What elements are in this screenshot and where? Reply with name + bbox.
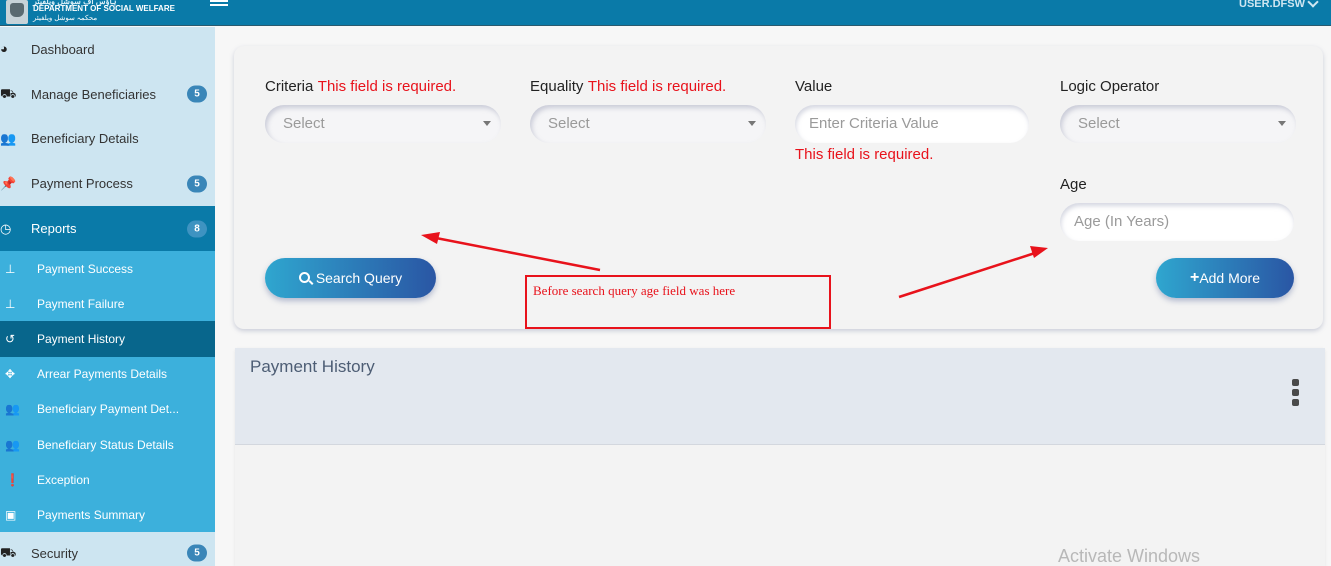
tachometer-icon: ◕	[0, 41, 8, 57]
sidebar-subitem-arrear-payments-details[interactable]: ✥ Arrear Payments Details	[0, 357, 215, 392]
count-badge: 5	[187, 544, 207, 562]
value-error: This field is required.	[795, 146, 934, 163]
sidebar-item-label: Payment Failure	[37, 296, 125, 311]
equality-error: This field is required.	[587, 78, 727, 95]
payment-history-title: Payment History	[250, 357, 375, 376]
sidebar-item-dashboard[interactable]: ◕ Dashboard	[0, 27, 215, 72]
sidebar-item-payment-process[interactable]: 📌 Payment Process 5	[0, 161, 215, 206]
count-badge: 8	[187, 220, 207, 238]
sidebar-subitem-beneficiary-status-details[interactable]: 👥 Beneficiary Status Details	[0, 427, 215, 462]
truck-icon: ⛟	[0, 545, 17, 561]
criteria-label: Criteria	[265, 78, 314, 95]
sidebar-item-label: Security	[31, 545, 78, 561]
payment-history-header: Payment History	[235, 348, 1325, 445]
clock-icon: ◷	[0, 220, 12, 236]
username: USER.DFSW	[1239, 0, 1305, 10]
caret-down-icon	[748, 121, 756, 126]
age-input-placeholder: Age (In Years)	[1074, 213, 1170, 230]
sidebar-subitem-payment-failure[interactable]: ⊥ Payment Failure	[0, 286, 215, 321]
sidebar-item-label: Reports	[31, 221, 77, 237]
sidebar-item-label: Arrear Payments Details	[37, 367, 168, 382]
sidebar-subitem-beneficiary-payment-details[interactable]: 👥 Beneficiary Payment Det...	[0, 392, 215, 427]
logic-operator-field: Logic Operator	[1060, 78, 1159, 96]
history-icon: ↺	[5, 331, 16, 346]
equality-label: Equality	[530, 78, 584, 95]
search-icon	[298, 271, 310, 283]
equality-select[interactable]: Select	[530, 105, 766, 143]
caret-down-icon	[483, 121, 491, 126]
brand-subtitle: محکمہ سوشل ویلفیئر	[33, 15, 98, 22]
sidebar-item-label: Beneficiary Payment Det...	[37, 402, 180, 417]
sidebar-item-security[interactable]: ⛟ Security 5	[0, 532, 215, 566]
sidebar-item-label: Payment Process	[31, 176, 133, 192]
value-input-placeholder: Enter Criteria Value	[809, 115, 939, 132]
hamburger-icon[interactable]	[210, 0, 230, 12]
money-bill-icon: ▣	[5, 507, 17, 522]
brand-title: DEPARTMENT OF SOCIAL WELFARE	[33, 4, 175, 13]
chevron-down-icon	[1307, 0, 1319, 8]
equality-select-placeholder: Select	[548, 115, 590, 132]
criteria-error: This field is required.	[317, 78, 457, 95]
thumbtack-icon: ⊥	[5, 261, 16, 276]
users-icon: 👥	[5, 402, 20, 417]
plus-icon: +	[1189, 269, 1200, 286]
criteria-field: Criteria This field is required.	[265, 78, 456, 96]
add-more-button[interactable]: + Add More	[1156, 258, 1294, 298]
count-badge: 5	[187, 85, 207, 103]
activate-windows-watermark: Activate Windows	[1058, 546, 1201, 566]
search-query-button[interactable]: Search Query	[265, 258, 436, 298]
logic-operator-placeholder: Select	[1078, 115, 1120, 132]
sidebar-item-label: Payment Success	[37, 261, 134, 276]
age-input[interactable]: Age (In Years)	[1060, 203, 1294, 241]
logic-operator-label: Logic Operator	[1060, 78, 1160, 95]
sidebar-subitem-payment-history[interactable]: ↺ Payment History	[0, 321, 215, 357]
value-input[interactable]: Enter Criteria Value	[795, 105, 1029, 143]
payment-history-panel: Payment History	[235, 348, 1325, 566]
value-label: Value	[795, 78, 833, 95]
sidebar-item-label: Dashboard	[31, 41, 95, 57]
sidebar-item-label: Payment History	[37, 331, 126, 346]
sidebar-subitem-exception[interactable]: ❗ Exception	[0, 462, 215, 497]
value-field: Value	[795, 78, 832, 96]
sidebar-item-label: Manage Beneficiaries	[31, 86, 157, 102]
users-icon: 👥	[5, 437, 20, 452]
sidebar-item-label: Exception	[37, 472, 90, 487]
thumbtack-icon: 📌	[0, 175, 17, 191]
reports-submenu: ⊥ Payment Success ⊥ Payment Failure ↺ Pa…	[0, 250, 215, 533]
car-icon: ⛟	[0, 86, 17, 102]
arrows-icon: ✥	[5, 367, 16, 382]
thumbtack-icon: ⊥	[5, 296, 16, 311]
sidebar-subitem-payment-success[interactable]: ⊥ Payment Success	[0, 251, 215, 286]
emblem-logo[interactable]	[6, 0, 28, 24]
add-more-label: Add More	[1199, 270, 1261, 286]
logic-operator-select[interactable]: Select	[1060, 105, 1296, 143]
caret-down-icon	[1278, 121, 1286, 126]
user-menu[interactable]: USER.DFSW	[1239, 0, 1319, 10]
sidebar: ◕ Dashboard ⛟ Manage Beneficiaries 5 👥 B…	[0, 27, 215, 566]
sidebar-item-label: Beneficiary Status Details	[37, 437, 174, 452]
search-query-label: Search Query	[315, 270, 403, 286]
sidebar-item-reports[interactable]: ◷ Reports 8	[0, 206, 215, 251]
sidebar-subitem-payments-summary[interactable]: ▣ Payments Summary	[0, 497, 215, 532]
sidebar-item-label: Payments Summary	[37, 507, 146, 522]
annotation-box: Before search query age field was here	[525, 275, 831, 329]
top-navbar: ہاؤس آف سوشل ویلفیئر DEPARTMENT OF SOCIA…	[0, 0, 1331, 26]
more-options-icon[interactable]	[1292, 379, 1300, 409]
equality-field: Equality This field is required.	[530, 78, 726, 96]
criteria-select[interactable]: Select	[265, 105, 501, 143]
annotation-text: Before search query age field was here	[533, 283, 736, 298]
users-icon: 👥	[0, 130, 17, 146]
sidebar-item-label: Beneficiary Details	[31, 131, 139, 147]
sidebar-item-manage-beneficiaries[interactable]: ⛟ Manage Beneficiaries 5	[0, 72, 215, 117]
sidebar-item-beneficiary-details[interactable]: 👥 Beneficiary Details	[0, 117, 215, 162]
count-badge: 5	[187, 175, 207, 193]
age-field: Age	[1060, 176, 1087, 194]
exclamation-circle-icon: ❗	[5, 472, 20, 487]
criteria-select-placeholder: Select	[283, 115, 325, 132]
age-label: Age	[1060, 176, 1087, 193]
